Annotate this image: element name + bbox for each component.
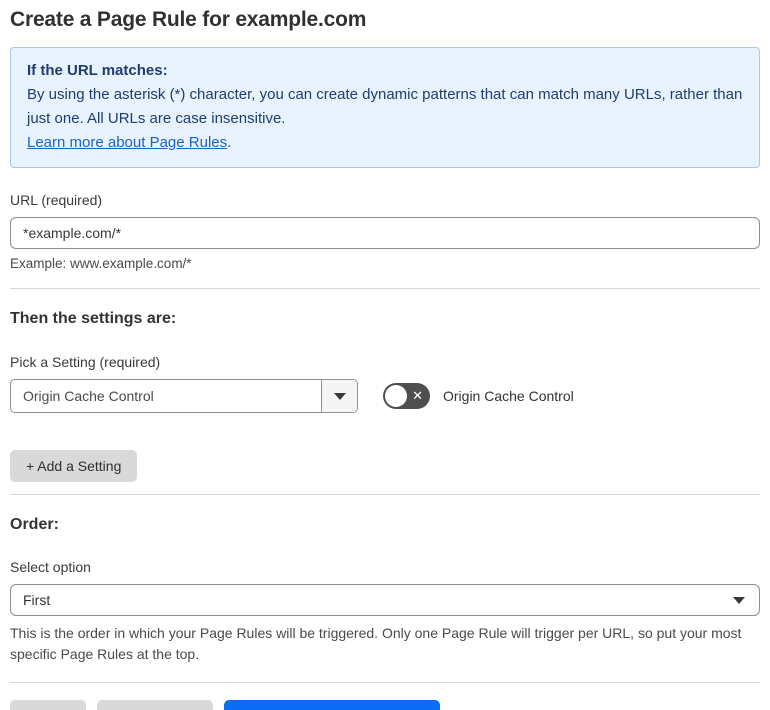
order-select-label: Select option: [10, 559, 91, 575]
divider: [10, 288, 760, 289]
setting-row: Origin Cache Control ✕ Origin Cache Cont…: [10, 379, 760, 413]
save-as-draft-button[interactable]: Save as Draft: [96, 700, 214, 710]
page-title: Create a Page Rule for example.com: [10, 8, 367, 31]
learn-more-link[interactable]: Learn more about Page Rules: [27, 134, 227, 151]
link-suffix: .: [227, 134, 232, 151]
toggle-label: Origin Cache Control: [443, 388, 574, 404]
url-input[interactable]: [10, 217, 760, 249]
order-select-value: First: [23, 592, 51, 608]
order-help-text: This is the order in which your Page Rul…: [10, 625, 742, 662]
order-select[interactable]: First: [10, 584, 760, 616]
setting-select-arrow-button[interactable]: [321, 380, 357, 412]
pick-setting-label: Pick a Setting (required): [10, 354, 161, 370]
form-actions: Cancel Save as Draft Save and Deploy Pag…: [10, 700, 760, 710]
create-page-rule-form: Create a Page Rule for example.com If th…: [0, 0, 770, 710]
url-match-info-box: If the URL matches: By using the asteris…: [10, 47, 760, 168]
setting-select-value: Origin Cache Control: [23, 388, 154, 404]
toggle-knob: [385, 385, 407, 407]
chevron-down-icon: [333, 392, 346, 400]
info-box-link-line: Learn more about Page Rules.: [27, 131, 743, 155]
chevron-down-icon: [733, 596, 745, 604]
save-and-deploy-button[interactable]: Save and Deploy Page Rule: [224, 700, 441, 710]
url-field-label: URL (required): [10, 192, 103, 208]
divider: [10, 494, 760, 495]
url-example-text: Example: www.example.com/*: [10, 256, 192, 271]
setting-select[interactable]: Origin Cache Control: [10, 379, 358, 413]
info-box-body: By using the asterisk (*) character, you…: [27, 86, 743, 127]
order-section-heading: Order:: [10, 516, 59, 533]
origin-cache-control-toggle[interactable]: ✕: [383, 383, 430, 409]
toggle-off-x-icon: ✕: [412, 388, 423, 404]
info-box-heading: If the URL matches:: [27, 62, 168, 79]
add-setting-button[interactable]: + Add a Setting: [10, 450, 138, 482]
settings-section-heading: Then the settings are:: [10, 310, 177, 327]
divider: [10, 682, 760, 683]
cancel-button[interactable]: Cancel: [10, 700, 86, 710]
